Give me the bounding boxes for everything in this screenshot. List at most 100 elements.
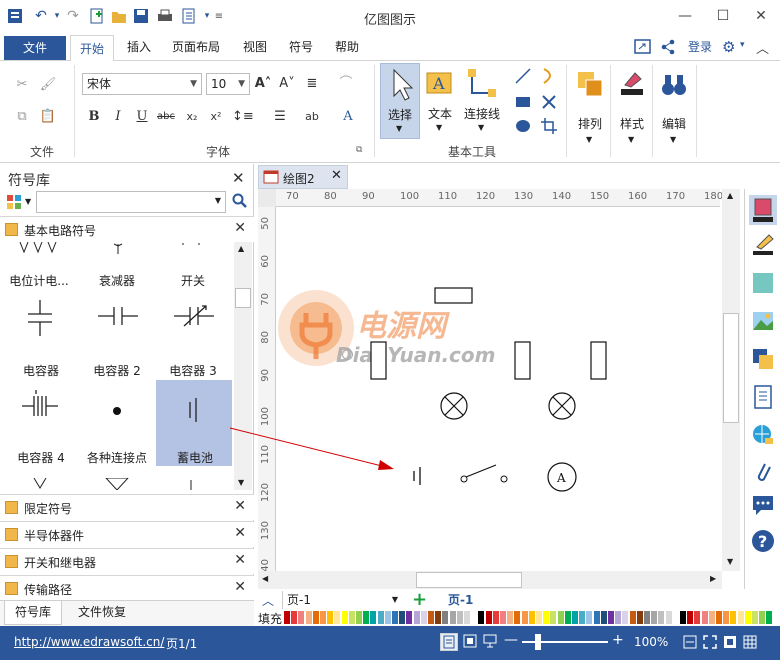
color-swatch[interactable] xyxy=(392,611,398,624)
color-swatch[interactable] xyxy=(579,611,586,624)
color-swatch[interactable] xyxy=(312,611,319,624)
color-swatch[interactable] xyxy=(305,611,312,624)
color-swatch[interactable] xyxy=(528,611,535,624)
scroll-down-icon[interactable]: ▼ xyxy=(727,557,733,566)
shrink-font-icon[interactable]: A˅ xyxy=(277,74,297,94)
partial-symbol[interactable] xyxy=(186,478,196,490)
color-swatch[interactable] xyxy=(413,611,420,624)
capacitor-3-symbol[interactable] xyxy=(172,302,216,330)
bold-icon[interactable]: B xyxy=(84,107,104,127)
color-swatch[interactable] xyxy=(752,611,758,624)
paste-icon[interactable]: 📋 xyxy=(38,107,58,127)
color-swatch[interactable] xyxy=(564,611,571,624)
arrange-button[interactable]: 排列 ▼ xyxy=(572,63,608,153)
color-swatch[interactable] xyxy=(435,611,442,624)
close-icon[interactable]: ✕ xyxy=(234,579,246,595)
settings-dropdown-icon[interactable]: ▾ xyxy=(740,40,745,50)
tab-page-layout[interactable]: 页面布局 xyxy=(166,34,226,61)
close-icon[interactable]: ✕ xyxy=(331,168,342,183)
color-swatch[interactable] xyxy=(363,611,370,624)
color-swatch[interactable] xyxy=(478,611,485,624)
collapse-ribbon-icon[interactable]: ︿ xyxy=(756,38,769,57)
color-swatch[interactable] xyxy=(471,611,478,624)
color-swatch[interactable] xyxy=(543,611,550,624)
comment-panel-icon[interactable] xyxy=(751,493,775,517)
library-scrollbar[interactable]: ▲ ▼ xyxy=(234,242,252,490)
color-swatch[interactable] xyxy=(428,611,434,624)
color-swatch[interactable] xyxy=(737,611,744,624)
color-swatch[interactable] xyxy=(370,611,377,624)
line-tool-icon[interactable] xyxy=(514,67,532,85)
color-swatch[interactable] xyxy=(399,611,406,624)
grow-font-icon[interactable]: A˄ xyxy=(253,74,273,94)
partial-symbol[interactable] xyxy=(30,478,50,490)
color-swatch[interactable] xyxy=(636,611,643,624)
attachment-panel-icon[interactable] xyxy=(751,461,775,485)
capacitor-symbol[interactable] xyxy=(22,298,58,338)
color-swatch[interactable] xyxy=(708,611,715,624)
switch-symbol[interactable] xyxy=(176,242,206,252)
scroll-up-icon[interactable]: ▲ xyxy=(727,191,733,200)
scroll-right-icon[interactable]: ▶ xyxy=(710,574,716,583)
grid-view-icon[interactable] xyxy=(742,634,758,650)
style-button[interactable]: 样式 ▼ xyxy=(614,63,650,153)
active-page-tab[interactable]: 页-1 xyxy=(448,591,473,609)
color-swatch[interactable] xyxy=(615,611,622,624)
color-swatch[interactable] xyxy=(348,611,355,624)
color-swatch[interactable] xyxy=(730,611,737,624)
align-icon[interactable]: ≣ xyxy=(302,74,322,94)
zoom-out-icon[interactable]: — xyxy=(504,632,518,648)
junction-point-symbol[interactable] xyxy=(110,404,124,418)
layer-panel-icon[interactable] xyxy=(751,347,775,371)
vertical-scrollbar[interactable]: ▲ ▼ xyxy=(722,189,740,571)
font-color-icon[interactable]: A xyxy=(338,107,358,127)
collapse-up-icon[interactable]: ︿ xyxy=(262,592,274,609)
crop-tool-icon[interactable] xyxy=(540,117,558,135)
rectangle-tool-icon[interactable] xyxy=(514,93,532,111)
color-swatch[interactable] xyxy=(586,611,593,624)
close-icon[interactable]: ✕ xyxy=(234,498,246,514)
color-swatch[interactable] xyxy=(334,611,341,624)
italic-icon[interactable]: I xyxy=(108,107,128,127)
maximize-icon[interactable]: ☐ xyxy=(712,6,734,26)
website-link[interactable]: http://www.edrawsoft.cn/ xyxy=(14,635,164,649)
color-swatch[interactable] xyxy=(356,611,362,624)
close-icon[interactable]: ✕ xyxy=(232,169,245,187)
canvas-resistor-vertical[interactable] xyxy=(590,341,608,381)
scroll-down-icon[interactable]: ▼ xyxy=(238,478,244,487)
partial-symbol[interactable] xyxy=(104,478,130,490)
zoom-in-icon[interactable]: + xyxy=(612,632,624,648)
tab-symbol[interactable]: 符号 xyxy=(280,34,322,61)
color-swatch[interactable] xyxy=(492,611,499,624)
page-select[interactable]: 页-1 ▼ xyxy=(282,591,402,609)
connector-tool-button[interactable]: 连接线 ▼ xyxy=(460,63,504,139)
add-page-icon[interactable]: + xyxy=(412,589,427,610)
color-swatch[interactable] xyxy=(766,611,773,624)
gear-icon[interactable]: ⚙ xyxy=(722,39,738,55)
hyperlink-panel-icon[interactable] xyxy=(751,423,775,447)
file-menu-button[interactable]: 文件 xyxy=(4,36,66,60)
close-icon[interactable]: ✕ xyxy=(750,6,772,26)
chevron-down-icon[interactable]: ▼ xyxy=(25,197,31,206)
color-swatch[interactable] xyxy=(694,611,701,624)
search-icon[interactable] xyxy=(232,193,248,209)
color-swatch[interactable] xyxy=(507,611,514,624)
color-swatch[interactable] xyxy=(298,611,305,624)
color-swatch[interactable] xyxy=(485,611,492,624)
color-swatch[interactable] xyxy=(680,611,686,624)
scroll-left-icon[interactable]: ◀ xyxy=(262,574,268,583)
color-swatch[interactable] xyxy=(572,611,578,624)
close-icon[interactable]: ✕ xyxy=(234,525,246,541)
zoom-slider-thumb[interactable] xyxy=(535,634,541,650)
color-swatch[interactable] xyxy=(629,611,636,624)
scroll-thumb[interactable] xyxy=(723,313,739,423)
color-swatch[interactable] xyxy=(456,611,463,624)
color-swatch[interactable] xyxy=(320,611,326,624)
tab-help[interactable]: 帮助 xyxy=(326,34,368,61)
fullscreen-icon[interactable] xyxy=(702,634,718,650)
copy-icon[interactable]: ⧉ xyxy=(12,107,32,127)
color-swatch[interactable] xyxy=(557,611,564,624)
color-swatch[interactable] xyxy=(744,611,751,624)
category-header-switch-relay[interactable]: 开关和继电器 ✕ xyxy=(0,548,254,574)
color-swatch[interactable] xyxy=(406,611,413,624)
